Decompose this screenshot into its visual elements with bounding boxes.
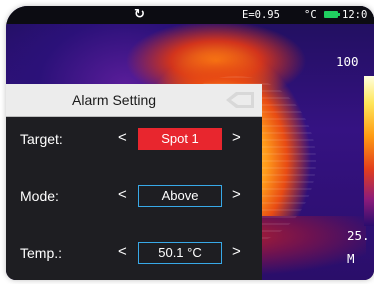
temp-prev-arrow[interactable]: < (118, 243, 127, 260)
dialog-header: Alarm Setting (6, 84, 262, 117)
scale-max-label: 100 (336, 54, 359, 69)
mode-next-arrow[interactable]: > (232, 186, 241, 203)
alarm-setting-dialog: Alarm Setting Target: < Spot 1 > Mode: <… (6, 84, 262, 280)
emissivity-readout: E=0.95 (242, 9, 280, 21)
target-value[interactable]: Spot 1 (138, 128, 222, 150)
scale-min-suffix: M (347, 251, 355, 266)
device-screen: ↻ E=0.95 °C 12:0 100 25. M Alarm Setting… (6, 6, 374, 280)
battery-icon (324, 11, 340, 18)
temp-row: Temp.: < 50.1 °C > (6, 239, 262, 269)
mode-value[interactable]: Above (138, 185, 222, 207)
temp-label: Temp.: (20, 245, 63, 261)
dialog-body: Target: < Spot 1 > Mode: < Above > Temp.… (6, 117, 262, 280)
target-next-arrow[interactable]: > (232, 129, 241, 146)
target-row: Target: < Spot 1 > (6, 125, 262, 155)
clock: 12:0 (342, 9, 368, 21)
mode-prev-arrow[interactable]: < (118, 186, 127, 203)
back-arrow-icon[interactable] (218, 91, 256, 109)
mode-label: Mode: (20, 188, 59, 204)
temperature-unit: °C (304, 9, 317, 21)
target-label: Target: (20, 131, 63, 147)
target-prev-arrow[interactable]: < (118, 129, 127, 146)
mode-row: Mode: < Above > (6, 182, 262, 212)
temp-next-arrow[interactable]: > (232, 243, 241, 260)
temp-value[interactable]: 50.1 °C (138, 242, 222, 264)
status-bar: ↻ E=0.95 °C 12:0 (6, 6, 374, 24)
dialog-title: Alarm Setting (72, 92, 157, 108)
color-scale-bar (364, 76, 374, 226)
refresh-icon[interactable]: ↻ (134, 7, 145, 22)
scale-min-label: 25. (347, 228, 370, 243)
